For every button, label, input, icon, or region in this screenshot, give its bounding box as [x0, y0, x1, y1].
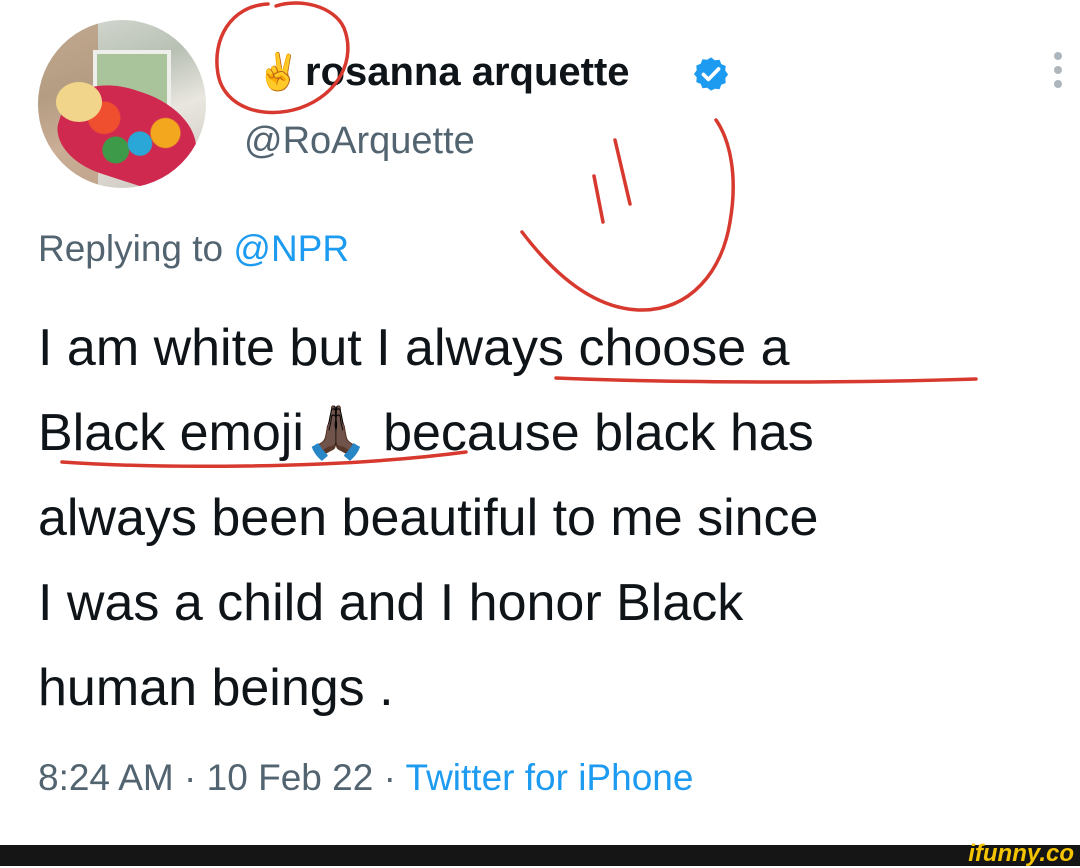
- avatar[interactable]: [38, 20, 206, 188]
- tweet-meta: 8:24 AM · 10 Feb 22 · Twitter for iPhone: [38, 752, 693, 804]
- footer-bar: [0, 845, 1080, 866]
- annotation-eye-right: [613, 138, 632, 206]
- tweet-text-line-1: I am white but I always choose a: [38, 319, 790, 377]
- user-handle[interactable]: @RoArquette: [244, 116, 475, 166]
- tweet-text-line-4: I was a child and I honor Black: [38, 574, 744, 632]
- annotation-eye-left: [592, 174, 605, 224]
- replying-to-label: Replying to: [38, 228, 224, 269]
- tweet-text: I am white but I always choose a Black e…: [38, 306, 1078, 731]
- meta-separator: ·: [373, 757, 406, 798]
- tweet-text-line-2a: Black emoji: [38, 404, 304, 462]
- more-options-icon[interactable]: [1045, 46, 1071, 100]
- victory-hand-emoji: ✌️: [256, 51, 301, 92]
- meta-separator: ·: [173, 757, 207, 798]
- praying-hands-emoji: 🙏🏿: [303, 404, 369, 462]
- tweet-time[interactable]: 8:24 AM: [38, 757, 174, 798]
- watermark: ifunny.co: [968, 840, 1074, 867]
- tweet-source[interactable]: Twitter for iPhone: [406, 757, 694, 798]
- tweet-text-line-3: always been beautiful to me since: [38, 489, 819, 547]
- replying-to-line: Replying to @NPR: [38, 224, 349, 274]
- tweet-date[interactable]: 10 Feb 22: [207, 757, 374, 798]
- avatar-hair: [56, 82, 102, 122]
- annotation-smile: [520, 118, 735, 312]
- tweet-text-line-5: human beings .: [38, 659, 394, 717]
- tweet-text-line-2b: because black has: [368, 404, 814, 462]
- replying-to-link[interactable]: @NPR: [233, 228, 349, 269]
- tweet-card: ✌️ rosanna arquette @RoArquette Replying…: [0, 0, 1080, 845]
- display-name[interactable]: rosanna arquette: [305, 46, 630, 98]
- verified-badge-icon: [693, 57, 729, 91]
